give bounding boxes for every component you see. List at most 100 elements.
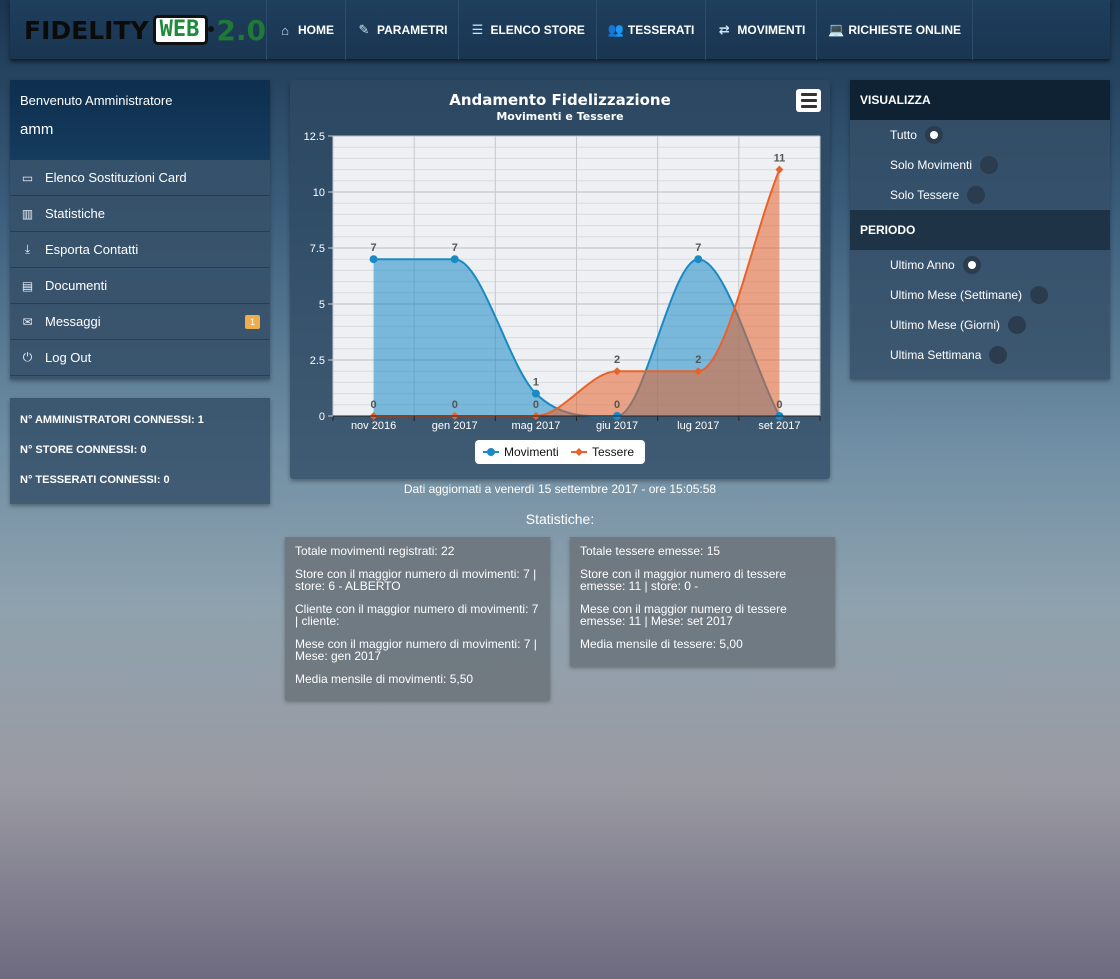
stat-line: Cliente con il maggior numero di movimen… <box>295 602 539 628</box>
data-label-tessere: 2 <box>695 354 701 366</box>
stats-title: Statistiche: <box>525 511 595 527</box>
data-label-movimenti: 0 <box>776 399 782 411</box>
sidebar-item-label: Esporta Contatti <box>45 242 139 257</box>
visualizza-options: Tutto Solo Movimenti Solo Tessere <box>850 120 1110 210</box>
option-ultimo-mese-settimane[interactable]: Ultimo Mese (Settimane) <box>850 280 1110 310</box>
connection-count: N° STORE CONNESSI: 0 <box>20 444 147 456</box>
radio-button[interactable] <box>1008 316 1027 334</box>
data-label-tessere: 0 <box>533 399 539 411</box>
y-tick-label: 10 <box>313 187 325 199</box>
data-point-movimenti <box>531 389 540 398</box>
main-nav: ⌂ HOME ✎ PARAMETRI ☰ ELENCO STORE 👥 TESSERATI ⇄ M… <box>266 0 974 60</box>
radio-button[interactable] <box>924 126 943 144</box>
sidebar-item-label: Documenti <box>45 278 108 293</box>
nav-label: TESSERATI <box>627 23 695 37</box>
brand-web-badge: WEB <box>152 15 215 45</box>
radio-button[interactable] <box>967 186 986 204</box>
sidebar-item-label: Elenco Sostituzioni Card <box>45 170 187 185</box>
data-label-tessere: 11 <box>774 153 786 165</box>
data-label-tessere: 0 <box>371 399 377 411</box>
sidebar-item-esporta-contatti[interactable]: ⤓ Esporta Contatti <box>10 232 270 268</box>
stat-line: Mese con il maggior numero di movimenti:… <box>295 637 537 663</box>
stat-line: Mese con il maggior numero di tessere em… <box>580 602 787 628</box>
download-icon: ⤓ <box>24 242 31 256</box>
stat-line: Media mensile di tessere: 5,00 <box>580 637 743 651</box>
nav-item-home[interactable]: ⌂ HOME <box>266 0 345 60</box>
bar-chart-icon: ▥ <box>21 206 34 221</box>
stat-line: Totale tessere emesse: 15 <box>580 544 721 558</box>
sidebar-item-label: Statistiche <box>45 206 105 221</box>
menu-bar-icon <box>800 99 817 102</box>
list-icon: ☰ <box>471 22 484 37</box>
sidebar-item-log-out[interactable]: ⏻ Log Out <box>10 340 270 376</box>
stat-line: Media mensile di movimenti: 5,50 <box>295 672 474 686</box>
sidebar-item-messaggi[interactable]: ✉ Messaggi 1 <box>10 304 270 340</box>
credit-card-icon: ▭ <box>21 170 34 185</box>
sidebar-item-statistiche[interactable]: ▥ Statistiche <box>10 196 270 232</box>
data-point-movimenti <box>694 255 703 264</box>
radio-button[interactable] <box>989 346 1008 364</box>
data-point-movimenti <box>369 255 378 264</box>
welcome-text: Benvenuto Amministratore <box>20 93 173 108</box>
option-label: Ultimo Anno <box>890 258 955 272</box>
nav-item-elenco-store[interactable]: ☰ ELENCO STORE <box>458 0 595 60</box>
sidebar-item-elenco-sostituzioni-card[interactable]: ▭ Elenco Sostituzioni Card <box>10 160 270 196</box>
nav-item-parametri[interactable]: ✎ PARAMETRI <box>345 0 458 60</box>
menu-bar-icon <box>800 105 817 108</box>
data-label-movimenti: 1 <box>533 377 539 389</box>
data-label-movimenti: 7 <box>695 242 701 254</box>
sidebar-item-documenti[interactable]: ▤ Documenti <box>10 268 270 304</box>
envelope-icon: ✉ <box>22 314 33 329</box>
periodo-options: Ultimo Anno Ultimo Mese (Settimane) Ultimo… <box>850 250 1110 370</box>
option-solo-movimenti[interactable]: Solo Movimenti <box>850 150 1110 180</box>
data-point-movimenti <box>450 255 459 264</box>
radio-button[interactable] <box>980 156 999 174</box>
username: amm <box>20 121 54 138</box>
users-icon: 👥 <box>607 22 625 37</box>
legend-symbol <box>487 448 495 456</box>
x-tick-label: set 2017 <box>758 420 800 432</box>
nav-label: PARAMETRI <box>377 23 448 37</box>
nav-item-richieste-online[interactable]: 💻 RICHIESTE ONLINE <box>816 0 974 60</box>
data-label-movimenti: 7 <box>371 242 377 254</box>
radio-button[interactable] <box>962 256 981 274</box>
option-ultimo-anno[interactable]: Ultimo Anno <box>850 250 1110 280</box>
brand-fidelity-text: FIDELITY <box>24 15 149 45</box>
option-label: Ultimo Mese (Giorni) <box>890 318 1001 332</box>
navbar: FIDELITY WEB 2.0 ⌂ HOME ✎ PARAMETRI ☰ ELENCO … <box>10 0 1110 60</box>
legend-item-tessere: Tessere <box>592 445 634 459</box>
x-tick-label: lug 2017 <box>677 420 719 432</box>
option-label: Solo Tessere <box>890 188 960 202</box>
stat-line: Store con il maggior numero di tessere e… <box>580 567 787 593</box>
brand-logo[interactable]: FIDELITY WEB 2.0 <box>24 8 266 52</box>
stat-line: Totale movimenti registrati: 22 <box>295 544 455 558</box>
nav-label: HOME <box>298 23 334 37</box>
option-label: Ultimo Mese (Settimane) <box>890 288 1023 302</box>
connection-count: N° TESSERATI CONNESSI: 0 <box>20 474 170 486</box>
x-tick-label: gen 2017 <box>432 420 478 432</box>
updated-text: Dati aggiornati a venerdì 15 settembre 2… <box>403 482 717 496</box>
option-solo-tessere[interactable]: Solo Tessere <box>850 180 1110 210</box>
nav-item-tesserati[interactable]: 👥 TESSERATI <box>595 0 705 60</box>
sidebar-menu: ▭ Elenco Sostituzioni Card ▥ Statistiche ⤓ Es… <box>10 160 270 376</box>
x-tick-label: nov 2016 <box>351 420 396 432</box>
y-tick-label: 12.5 <box>304 131 325 143</box>
option-ultimo-mese-giorni[interactable]: Ultimo Mese (Giorni) <box>850 310 1110 340</box>
data-label-movimenti: 7 <box>452 242 458 254</box>
y-tick-label: 5 <box>319 299 325 311</box>
home-icon: ⌂ <box>281 22 289 38</box>
chart: 7 710700 0 02 211nov 2016 gen 2017 mag 2017 giu… <box>304 91 821 464</box>
option-ultima-settimana[interactable]: Ultima Settimana <box>850 340 1110 370</box>
option-tutto[interactable]: Tutto <box>850 120 1110 150</box>
visualizza-header: VISUALIZZA <box>850 80 1110 120</box>
sidebar-item-label: Messaggi <box>45 314 101 329</box>
nav-item-movimenti[interactable]: ⇄ MOVIMENTI <box>705 0 816 60</box>
data-label-tessere: 2 <box>614 354 620 366</box>
data-label-tessere: 0 <box>452 399 458 411</box>
chart-menu-button[interactable] <box>796 89 821 112</box>
data-label-movimenti: 0 <box>614 399 620 411</box>
y-tick-label: 2.5 <box>310 355 325 367</box>
user-header: Benvenuto Amministratore amm <box>10 80 270 160</box>
periodo-header: PERIODO <box>850 210 1110 250</box>
radio-button[interactable] <box>1030 286 1049 304</box>
